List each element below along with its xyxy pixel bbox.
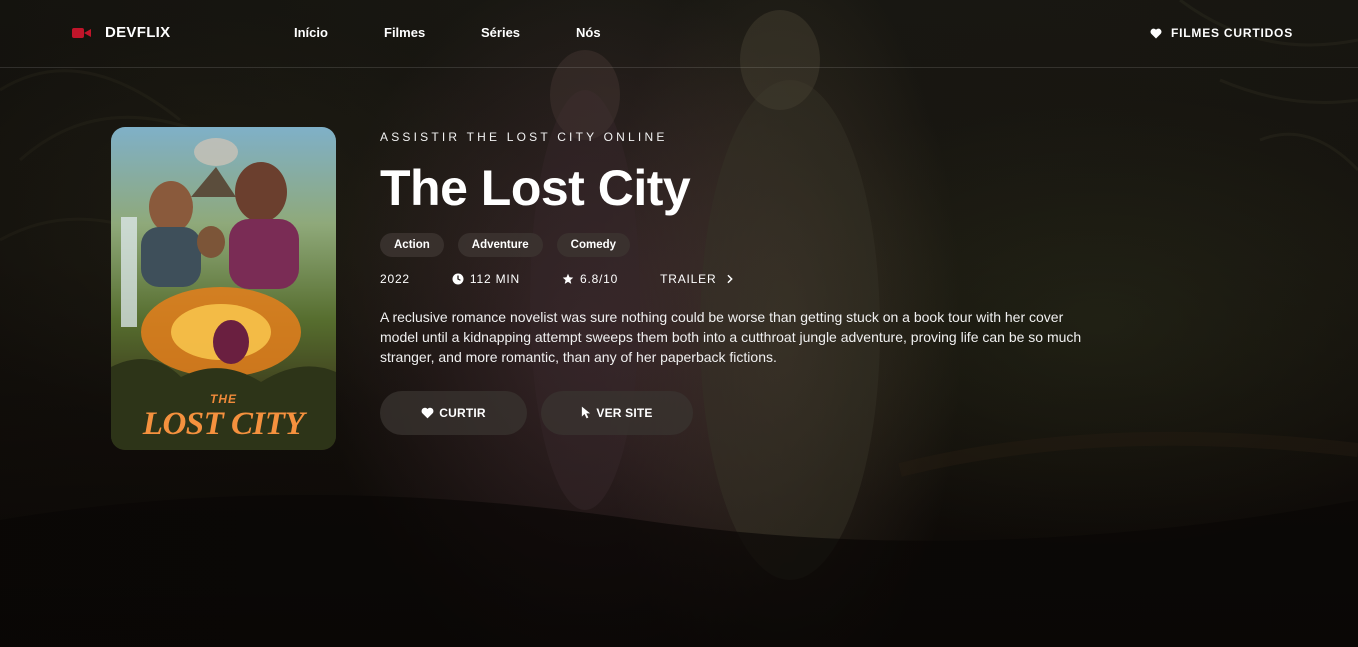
poster-title-main: LOST CITY [142,406,305,442]
genre-tag[interactable]: Action [380,232,444,257]
action-buttons: CURTIR VER SITE [380,390,1110,435]
visit-site-label: VER SITE [596,405,653,420]
genre-tag[interactable]: Comedy [556,232,631,257]
like-button[interactable]: CURTIR [380,390,527,435]
liked-movies-link[interactable]: FILMES CURTIDOS [1150,26,1293,40]
release-year: 2022 [380,272,410,286]
brand-logo[interactable]: DEVFLIX [72,24,170,41]
heart-icon [421,407,434,418]
trailer-link[interactable]: TRAILER [660,272,734,286]
nav-link-series[interactable]: Séries [481,25,520,40]
runtime-value: 112 MIN [469,271,520,286]
visit-site-button[interactable]: VER SITE [541,390,693,435]
heart-icon [1150,28,1162,38]
genre-tags: Action Adventure Comedy [380,232,1110,257]
star-icon [562,273,574,284]
brand-name: DEVFLIX [105,24,171,41]
chevron-right-icon [727,274,734,283]
rating: 6.8/10 [562,272,618,286]
movie-synopsis: A reclusive romance novelist was sure no… [380,308,1082,365]
nav-link-filmes[interactable]: Filmes [384,25,425,40]
nav-link-inicio[interactable]: Início [294,25,328,40]
movie-poster: THE LOST CITY [111,127,336,450]
genre-tag[interactable]: Adventure [457,232,543,257]
movie-details: ASSISTIR THE LOST CITY ONLINE The Lost C… [380,130,1110,435]
clock-icon [452,273,464,284]
trailer-label: TRAILER [660,271,717,286]
liked-movies-label: FILMES CURTIDOS [1171,26,1293,40]
movie-title: The Lost City [380,160,691,216]
watch-online-caption: ASSISTIR THE LOST CITY ONLINE [380,130,668,144]
poster-title-top: THE [210,392,237,406]
rating-value: 6.8/10 [579,271,619,286]
top-navbar: DEVFLIX Início Filmes Séries Nós FILMES … [0,0,1358,68]
video-camera-icon [72,27,91,39]
runtime: 112 MIN [452,272,520,286]
cursor-icon [582,406,591,419]
release-year-value: 2022 [380,271,410,286]
movie-meta: 2022 112 MIN 6.8/10 TRAILER [380,272,1110,286]
like-button-label: CURTIR [439,405,486,420]
nav-link-nos[interactable]: Nós [576,25,601,40]
